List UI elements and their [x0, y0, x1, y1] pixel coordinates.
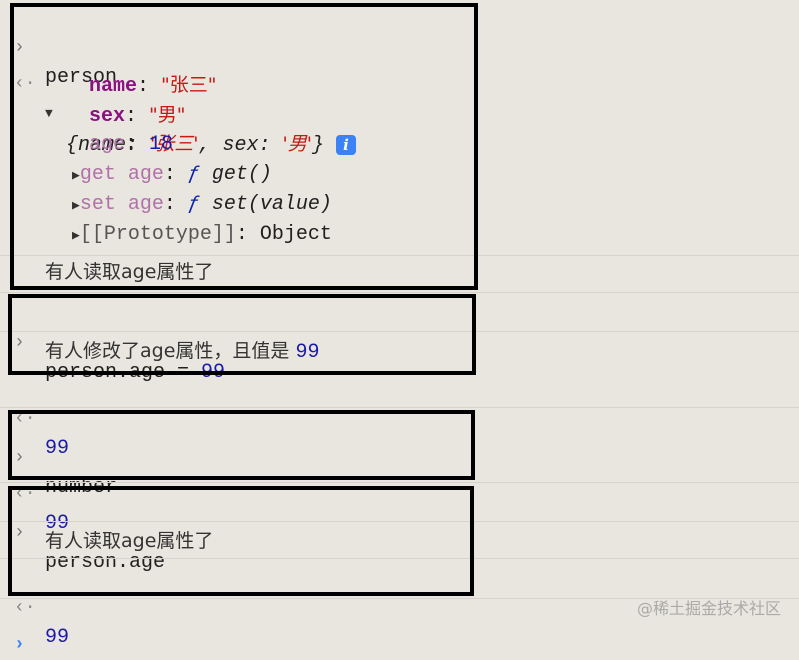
highlight-box — [8, 294, 476, 375]
highlight-box — [8, 486, 474, 596]
highlight-box — [8, 410, 475, 480]
highlight-box — [10, 3, 478, 290]
watermark: @稀土掘金技术社区 — [636, 599, 781, 618]
console-result-row: ‹· 99 — [0, 374, 69, 460]
